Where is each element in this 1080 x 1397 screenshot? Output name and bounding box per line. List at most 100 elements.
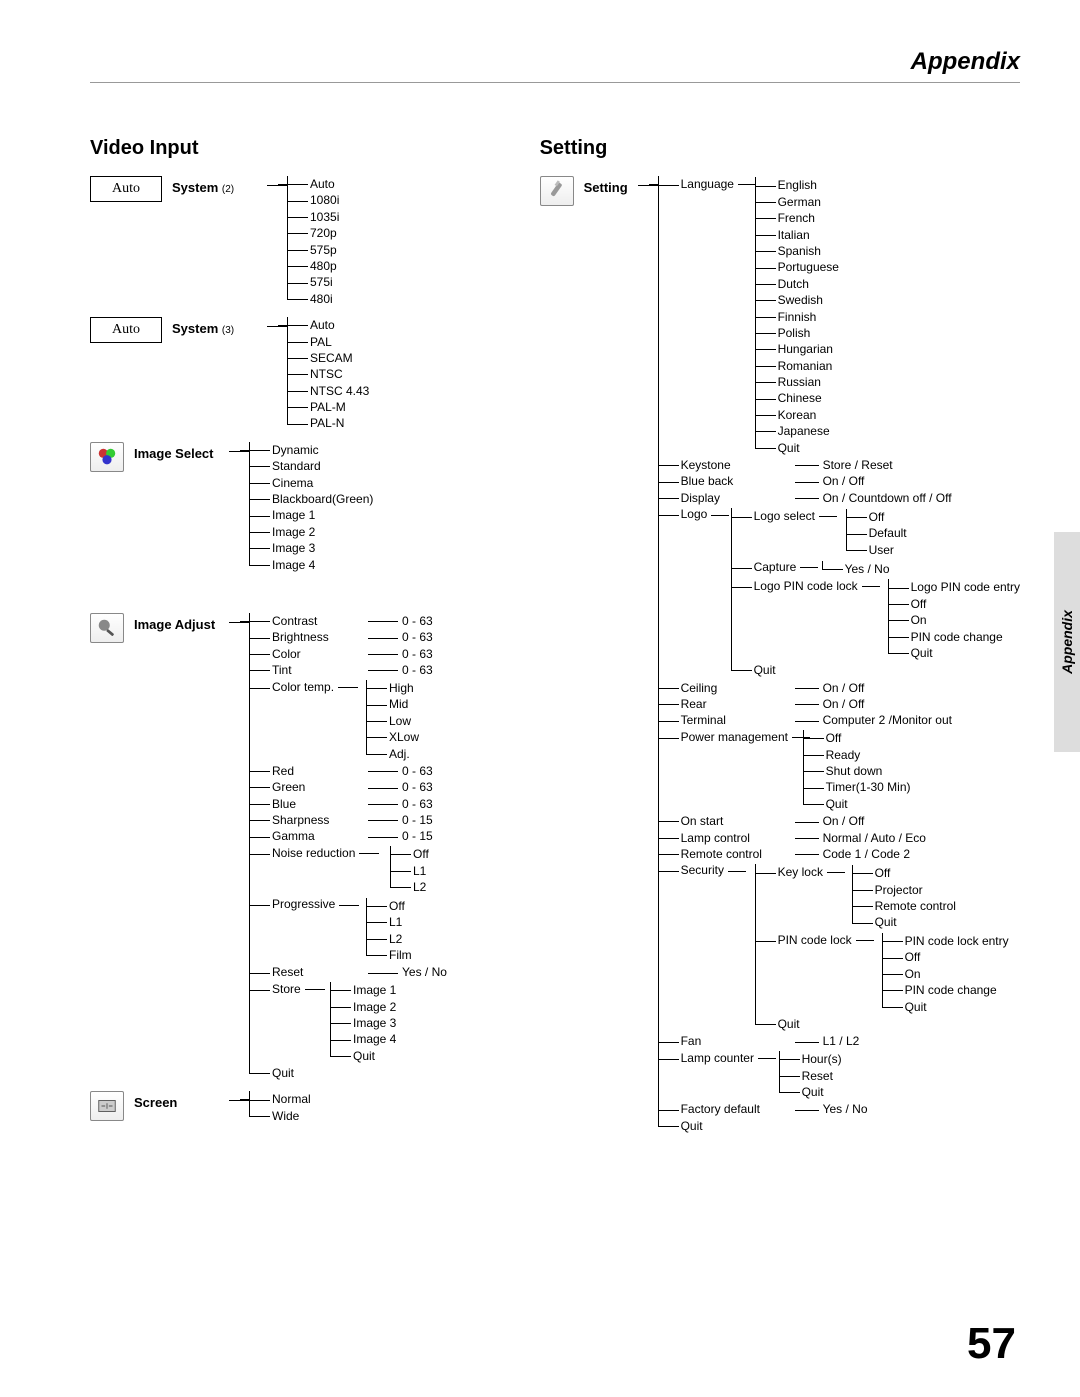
- tree-item: On startOn / Off: [671, 813, 1020, 829]
- connector: [267, 326, 287, 328]
- tree-item: Off: [865, 865, 1020, 881]
- tree-item: Green0 - 63: [262, 779, 447, 795]
- tree-item: LogoLogo selectOffDefaultUserCaptureYes …: [671, 506, 1020, 679]
- image-select-label: Image Select: [134, 442, 229, 462]
- screen-icon: [90, 1091, 124, 1121]
- tree-item: CeilingOn / Off: [671, 680, 1020, 696]
- tree-item: Image 4: [262, 557, 373, 573]
- tree-item: Quit: [865, 914, 1020, 930]
- tree-item: Russian: [768, 374, 1020, 390]
- tree-item: PIN code change: [895, 982, 1020, 998]
- tree-item: Color temp.HighMidLowXLowAdj.: [262, 679, 447, 763]
- tree-item: Hungarian: [768, 341, 1020, 357]
- system2-row: Auto System (2) Auto1080i1035i720p575p48…: [90, 176, 510, 307]
- tree-item: 480i: [300, 291, 339, 307]
- side-tab: Appendix: [1054, 532, 1080, 752]
- screen-label: Screen: [134, 1091, 229, 1111]
- tree-item: PIN code lockPIN code lock entryOffOnPIN…: [768, 932, 1020, 1016]
- tree-subitem: Mid: [379, 696, 447, 712]
- tree-item: Swedish: [768, 292, 1020, 308]
- tree-item: Normal: [262, 1091, 311, 1107]
- tree-item: English: [768, 177, 1020, 193]
- tree-item: Yes / No: [835, 561, 1020, 577]
- page-header: Appendix: [90, 48, 1020, 83]
- tree-item: Standard: [262, 458, 373, 474]
- tree-item: Logo selectOffDefaultUser: [744, 508, 1020, 560]
- tree-item: Quit: [671, 1118, 1020, 1134]
- tree-item: 480p: [300, 258, 339, 274]
- setting-row: Setting LanguageEnglishGermanFrenchItali…: [540, 176, 1020, 1134]
- system3-auto-box: Auto: [90, 317, 162, 343]
- tree-item: PIN code change: [901, 629, 1020, 645]
- tree-subitem: Quit: [343, 1048, 447, 1064]
- tree-item: CaptureYes / No: [744, 559, 1020, 578]
- tree-item: Projector: [865, 882, 1020, 898]
- tree-item: NTSC 4.43: [300, 383, 369, 399]
- tree-subitem: Image 3: [343, 1015, 447, 1031]
- system2-auto-box: Auto: [90, 176, 162, 202]
- tree-item: 720p: [300, 225, 339, 241]
- tree-subitem: Image 1: [343, 982, 447, 998]
- tree-subitem: High: [379, 680, 447, 696]
- tree-item: Quit: [901, 645, 1020, 661]
- tree-item: Contrast0 - 63: [262, 613, 447, 629]
- tree-item: Factory defaultYes / No: [671, 1101, 1020, 1117]
- columns: Video Input Auto System (2) Auto1080i103…: [90, 137, 1020, 1134]
- tree-item: User: [859, 542, 1020, 558]
- tree-item: Blackboard(Green): [262, 491, 373, 507]
- tree-item: Image 1: [262, 507, 373, 523]
- tree-item: Blue backOn / Off: [671, 473, 1020, 489]
- tree-item: Dynamic: [262, 442, 373, 458]
- image-adjust-list: Contrast0 - 63Brightness0 - 63Color0 - 6…: [249, 613, 447, 1082]
- tree-subitem: Film: [379, 947, 447, 963]
- tree-item: Wide: [262, 1108, 311, 1124]
- tree-item: SECAM: [300, 350, 369, 366]
- tree-item: Red0 - 63: [262, 763, 447, 779]
- tree-item: Off: [895, 949, 1020, 965]
- tree-subitem: Image 4: [343, 1031, 447, 1047]
- tree-item: On: [901, 612, 1020, 628]
- tree-item: Korean: [768, 407, 1020, 423]
- setting-icon: [540, 176, 574, 206]
- image-adjust-label: Image Adjust: [134, 613, 229, 633]
- tree-item: Dutch: [768, 276, 1020, 292]
- tree-item: Shut down: [816, 763, 1020, 779]
- image-select-row: Image Select DynamicStandardCinemaBlackb…: [90, 442, 510, 573]
- tree-item: ResetYes / No: [262, 964, 447, 980]
- tree-item: Key lockOffProjectorRemote controlQuit: [768, 864, 1020, 932]
- system3-row: Auto System (3) AutoPALSECAMNTSCNTSC 4.4…: [90, 317, 510, 432]
- tree-item: DisplayOn / Countdown off / Off: [671, 490, 1020, 506]
- tree-item: Hour(s): [792, 1051, 1020, 1067]
- tree-item: Lamp controlNormal / Auto / Eco: [671, 830, 1020, 846]
- video-input-title: Video Input: [90, 137, 510, 160]
- tree-item: Quit: [895, 999, 1020, 1015]
- tree-item: TerminalComputer 2 /Monitor out: [671, 712, 1020, 728]
- tree-subitem: Adj.: [379, 746, 447, 762]
- screen-row: Screen NormalWide: [90, 1091, 510, 1124]
- image-adjust-row: Image Adjust Contrast0 - 63Brightness0 -…: [90, 613, 510, 1082]
- connector: [229, 451, 249, 453]
- tree-item: Remote control: [865, 898, 1020, 914]
- tree-item: NTSC: [300, 366, 369, 382]
- tree-item: Logo PIN code entry: [901, 579, 1020, 595]
- screen-list: NormalWide: [249, 1091, 311, 1124]
- page-number: 57: [967, 1319, 1016, 1369]
- tree-item: PIN code lock entry: [895, 933, 1020, 949]
- tree-item: Brightness0 - 63: [262, 629, 447, 645]
- tree-item: Off: [859, 509, 1020, 525]
- tree-item: PAL-N: [300, 415, 369, 431]
- tree-item: FanL1 / L2: [671, 1033, 1020, 1049]
- video-input-column: Video Input Auto System (2) Auto1080i103…: [90, 137, 510, 1134]
- setting-column: Setting Setting LanguageEnglishGermanFre…: [540, 137, 1020, 1134]
- tree-subitem: Image 2: [343, 999, 447, 1015]
- tree-item: LanguageEnglishGermanFrenchItalianSpanis…: [671, 176, 1020, 457]
- setting-label: Setting: [584, 176, 638, 195]
- tree-item: Color0 - 63: [262, 646, 447, 662]
- tree-item: Ready: [816, 747, 1020, 763]
- tree-item: Cinema: [262, 475, 373, 491]
- tree-item: Portuguese: [768, 259, 1020, 275]
- tree-item: Quit: [816, 796, 1020, 812]
- tree-item: Spanish: [768, 243, 1020, 259]
- tree-item: Image 2: [262, 524, 373, 540]
- tree-item: Default: [859, 525, 1020, 541]
